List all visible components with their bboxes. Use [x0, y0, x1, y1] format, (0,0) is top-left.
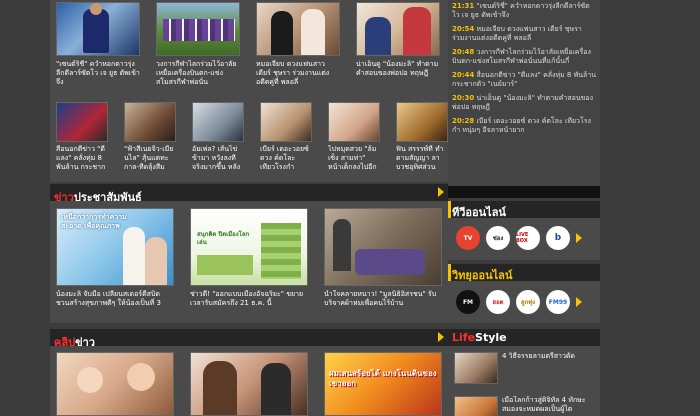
- latest-news-item[interactable]: 21:31 "เซนต์ริชี่" ควำหอกดาวรุ่งลีกดีลาร…: [452, 2, 596, 20]
- tv-logo-row: TV ช่อง LIVE BOX b: [456, 226, 582, 250]
- pr-thumbnail[interactable]: เหนือกว่าการทำความสะอาด เพื่อคุณภาพ: [56, 208, 174, 286]
- main-column: "เซนต์ริชี่" ควำหอกดาวรุ่งลีกดีลาร์ซัตโว…: [50, 0, 448, 416]
- clip-row: ผมเสนสร้อยได้ แกงโนนดินของเขาออก: [56, 352, 442, 416]
- pr-card-caption[interactable]: น้ำใจคลายหนาว! "มูลนิธิอิสรชน" รับบริจาค…: [324, 290, 442, 317]
- small-card[interactable]: สื่อนอกตีข่าว "ดี แลง" คลั่งทุ่ม 8 พันล้…: [56, 102, 108, 173]
- sidebar-divider: [448, 186, 600, 198]
- top-card-caption[interactable]: "เซนต์ริชี่" ควำหอกดาวรุ่งลีกดีลาร์ซัตโว…: [56, 60, 140, 87]
- news-time: 21:31: [452, 2, 475, 10]
- clip-banner-text: ผมเสนสร้อยได้ แกงโนนดินของเขาออก: [329, 369, 437, 388]
- radio-more-arrow-icon[interactable]: [576, 297, 582, 307]
- top-card-caption[interactable]: หมอเจียบ ดวงแฟนสาว เดียร์ ชุษรา ร่วมงานแ…: [256, 60, 340, 87]
- pr-card-caption[interactable]: น้องมะลิ จับมือ เปลี่ยนสเตอร์ดีสบิด ชวนส…: [56, 290, 174, 317]
- tv-channel-logo[interactable]: LIVE BOX: [516, 226, 540, 250]
- clip-more-arrow-icon[interactable]: [438, 332, 444, 342]
- radio-logo-row: FM ฮอต ลูกทุ่ง FM99: [456, 290, 582, 314]
- news-thumbnail[interactable]: [192, 102, 244, 142]
- top-card-caption[interactable]: วงการกีฬาไลกร่วมไว้อาลัยเหยื่อเครื่องบิน…: [156, 60, 240, 87]
- news-time: 20:48: [452, 48, 475, 56]
- tv-channel-logo[interactable]: b: [546, 226, 570, 250]
- pr-thumbnail[interactable]: สนุกคิด ปิดเมืองโลกเล่น: [190, 208, 308, 286]
- pr-section-header: ข่าวประชาสัมพันธ์: [50, 184, 448, 204]
- small-card[interactable]: ไปหมุดสวย "ล้มเซ็ง สามท่า" หน้าเด็กลงไปอ…: [328, 102, 380, 173]
- radio-station-logo[interactable]: FM: [456, 290, 480, 314]
- clip-thumbnail[interactable]: [190, 352, 308, 416]
- top-card[interactable]: หมอเจียบ ดวงแฟนสาว เดียร์ ชุษรา ร่วมงานแ…: [256, 2, 340, 87]
- pr-more-arrow-icon[interactable]: [438, 187, 444, 197]
- lifestyle-title-red: Life: [452, 331, 476, 344]
- page: "เซนต์ริชี่" ควำหอกดาวรุ่งลีกดีลาร์ซัตโว…: [50, 0, 600, 416]
- news-thumbnail[interactable]: [256, 2, 340, 56]
- news-thumbnail[interactable]: [56, 102, 108, 142]
- small-card-caption[interactable]: "ฟ้าสีเนยจิ๊ว-เมียนไล" สุ้นแตทะกาล-ทีดลุ…: [124, 145, 176, 173]
- latest-news-item[interactable]: 20:44 สื่อนอกตีข่าว "ดีแลง" คลั่งทุ่ม 8 …: [452, 71, 596, 89]
- lifestyle-title-white: Style: [475, 331, 507, 344]
- small-card[interactable]: เบียร์ เดอะวอยซ์ ดวง ค์ตโละ เทียวโรงกำ: [260, 102, 312, 173]
- news-thumbnail[interactable]: [156, 2, 240, 56]
- news-text[interactable]: สื่อนอกตีข่าว "ดีแลง" คลั่งทุ่ม 8 พันล้า…: [452, 71, 596, 88]
- top-card[interactable]: น่าเอ็นดู "น้องมะลิ" ทำตามคำสอนของพ่อปอ …: [356, 2, 440, 87]
- pr-card[interactable]: เหนือกว่าการทำความสะอาด เพื่อคุณภาพ น้อง…: [56, 208, 174, 317]
- lifestyle-item[interactable]: เมื่อโลกก้าวสู่ดิจิทัล 4 ทักษะสมองจะหมดผ…: [454, 396, 594, 416]
- latest-news-item[interactable]: 20:30 น่าเอ็นดู "น้องมะลิ" ทำตามคำสอนของ…: [452, 94, 596, 112]
- tv-channel-logo[interactable]: ช่อง: [486, 226, 510, 250]
- pr-row: เหนือกว่าการทำความสะอาด เพื่อคุณภาพ น้อง…: [56, 208, 442, 317]
- pr-card-caption[interactable]: ช่าวดี! "ออกแบบเมืองอัจฉริยะ" ขยายเวลารั…: [190, 290, 308, 317]
- small-card-caption[interactable]: เบียร์ เดอะวอยซ์ ดวง ค์ตโละ เทียวโรงกำ: [260, 145, 312, 173]
- tv-channel-logo[interactable]: TV: [456, 226, 480, 250]
- pr-card[interactable]: สนุกคิด ปิดเมืองโลกเล่น ช่าวดี! "ออกแบบเ…: [190, 208, 308, 317]
- top-small-row: สื่อนอกตีข่าว "ดี แลง" คลั่งทุ่ม 8 พันล้…: [56, 102, 448, 173]
- latest-news-item[interactable]: 20:48 วงการกีฬาไลกร่วมไว้อาลัยเหยื่อเครื…: [452, 48, 596, 66]
- small-card-caption[interactable]: ไปหมุดสวย "ล้มเซ็ง สามท่า" หน้าเด็กลงไปอ…: [328, 145, 380, 173]
- news-thumbnail[interactable]: [328, 102, 380, 142]
- pr-card[interactable]: น้ำใจคลายหนาว! "มูลนิธิอิสรชน" รับบริจาค…: [324, 208, 442, 317]
- pr-thumbnail[interactable]: [324, 208, 442, 286]
- lifestyle-title[interactable]: LifeStyle: [452, 331, 507, 344]
- top-card[interactable]: "เซนต์ริชี่" ควำหอกดาวรุ่งลีกดีลาร์ซัตโว…: [56, 2, 140, 87]
- latest-news-list: 21:31 "เซนต์ริชี่" ควำหอกดาวรุ่งลีกดีลาร…: [448, 0, 600, 186]
- lifestyle-header: LifeStyle: [448, 329, 600, 346]
- lifestyle-thumbnail[interactable]: [454, 352, 498, 384]
- radio-online-header: วิทยุออนไลน์: [448, 264, 600, 282]
- lifestyle-caption[interactable]: 4 วิธีจรรยลามตรีสาวดัด: [502, 352, 594, 384]
- news-time: 20:54: [452, 25, 475, 33]
- radio-station-logo[interactable]: ลูกทุ่ง: [516, 290, 540, 314]
- clip-section-header: คลิปข่าว: [50, 329, 448, 349]
- news-thumbnail[interactable]: [260, 102, 312, 142]
- small-card[interactable]: ฟิน สรรรพ์ที่ ทำตามสัญญา ลา บวชอุทิศส่วน: [396, 102, 448, 173]
- news-text[interactable]: น่าเอ็นดู "น้องมะลิ" ทำตามคำสอนของพ่อปอ …: [452, 94, 593, 111]
- news-time: 20:44: [452, 71, 475, 79]
- pr-green-text: สนุกคิด ปิดเมืองโลกเล่น: [197, 231, 250, 246]
- tv-online-header: ทีวีออนไลน์: [448, 201, 600, 219]
- small-card-caption[interactable]: สื่อนอกตีข่าว "ดี แลง" คลั่งทุ่ม 8 พันล้…: [56, 145, 108, 173]
- news-time: 20:28: [452, 117, 475, 125]
- small-card[interactable]: "ฟ้าสีเนยจิ๊ว-เมียนไล" สุ้นแตทะกาล-ทีดลุ…: [124, 102, 176, 173]
- small-card[interactable]: อัยเพ่ล? เส้นไข่ข้ามา หวังลงทีจริงมากขึ้…: [192, 102, 244, 173]
- news-time: 20:30: [452, 94, 475, 102]
- news-thumbnail[interactable]: [56, 2, 140, 56]
- tv-more-arrow-icon[interactable]: [576, 233, 582, 243]
- radio-station-logo[interactable]: FM99: [546, 290, 570, 314]
- tv-accent-bar: [448, 201, 451, 218]
- news-thumbnail[interactable]: [124, 102, 176, 142]
- small-card-caption[interactable]: ฟิน สรรรพ์ที่ ทำตามสัญญา ลา บวชอุทิศส่วน: [396, 145, 448, 173]
- clip-thumbnail[interactable]: ผมเสนสร้อยได้ แกงโนนดินของเขาออก: [324, 352, 442, 416]
- sidebar: 21:31 "เซนต์ริชี่" ควำหอกดาวรุ่งลีกดีลาร…: [448, 0, 600, 416]
- latest-news-item[interactable]: 20:28 เบียร์ เดอะวอยซ์ ดวง ค์ตโละ เทียวโ…: [452, 117, 596, 135]
- top-card[interactable]: วงการกีฬาไลกร่วมไว้อาลัยเหยื่อเครื่องบิน…: [156, 2, 240, 87]
- clip-thumbnail[interactable]: [56, 352, 174, 416]
- small-card-caption[interactable]: อัยเพ่ล? เส้นไข่ข้ามา หวังลงทีจริงมากขึ้…: [192, 145, 244, 173]
- lifestyle-caption[interactable]: เมื่อโลกก้าวสู่ดิจิทัล 4 ทักษะสมองจะหมดผ…: [502, 396, 594, 416]
- latest-news-item[interactable]: 20:54 หมอเจียบ ดวงแฟนสาว เดียร์ ชุษรา ร่…: [452, 25, 596, 43]
- top-big-row: "เซนต์ริชี่" ควำหอกดาวรุ่งลีกดีลาร์ซัตโว…: [56, 2, 440, 87]
- lifestyle-item[interactable]: 4 วิธีจรรยลามตรีสาวดัด: [454, 352, 594, 384]
- radio-accent-bar: [448, 264, 451, 281]
- lifestyle-thumbnail[interactable]: [454, 396, 498, 416]
- radio-station-logo[interactable]: ฮอต: [486, 290, 510, 314]
- pr-banner-text: เหนือกว่าการทำความสะอาด เพื่อคุณภาพ: [61, 213, 127, 230]
- news-thumbnail[interactable]: [356, 2, 440, 56]
- news-thumbnail[interactable]: [396, 102, 448, 142]
- top-card-caption[interactable]: น่าเอ็นดู "น้องมะลิ" ทำตามคำสอนของพ่อปอ …: [356, 60, 440, 87]
